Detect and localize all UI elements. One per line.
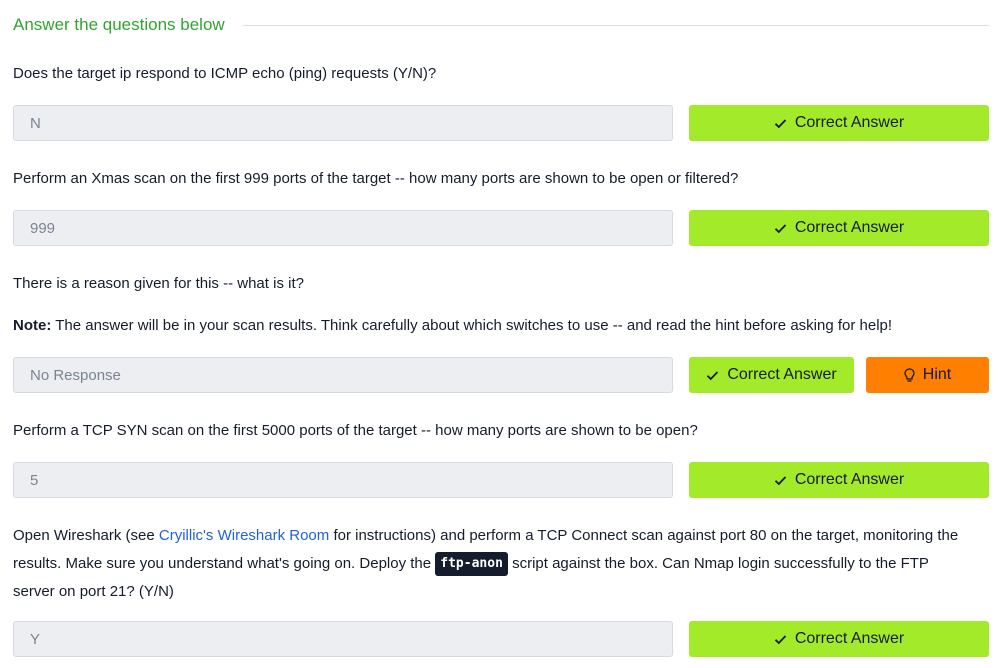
correct-answer-label: Correct Answer — [794, 114, 905, 131]
correct-answer-label: Correct Answer — [727, 366, 837, 383]
question-2-text: Perform an Xmas scan on the first 999 po… — [13, 170, 739, 187]
section-title: Answer the questions below — [13, 15, 225, 34]
lightbulb-icon — [904, 367, 915, 383]
check-icon — [774, 634, 787, 645]
question-5-correct-answer-button[interactable]: Correct Answer — [689, 621, 989, 657]
check-icon — [706, 370, 719, 381]
correct-answer-label: Correct Answer — [794, 630, 905, 647]
question-1-answer-input[interactable] — [13, 105, 673, 141]
question-3-correct-answer-button[interactable]: Correct Answer — [689, 357, 854, 393]
question-3-note: Note: The answer will be in your scan re… — [13, 313, 989, 339]
ftp-anon-code: ftp-anon — [435, 552, 508, 577]
check-icon — [774, 118, 787, 129]
question-3-text: There is a reason given for this -- what… — [13, 275, 304, 292]
correct-answer-label: Correct Answer — [794, 471, 905, 488]
check-icon — [774, 475, 787, 486]
section-header: Answer the questions below — [13, 12, 989, 38]
question-5-answer-input[interactable] — [13, 621, 673, 657]
correct-answer-label: Correct Answer — [794, 219, 905, 236]
question-2-correct-answer-button[interactable]: Correct Answer — [689, 210, 989, 246]
question-4-correct-answer-button[interactable]: Correct Answer — [689, 462, 989, 498]
question-5-text: Open Wireshark (see Cryillic's Wireshark… — [13, 522, 973, 606]
question-5-text-part-1: Open Wireshark (see — [13, 527, 159, 544]
note-label: Note: — [13, 317, 52, 334]
section-divider — [242, 24, 989, 26]
question-1-text: Does the target ip respond to ICMP echo … — [13, 65, 437, 82]
hint-label: Hint — [922, 366, 952, 383]
wireshark-room-link[interactable]: Cryillic's Wireshark Room — [159, 527, 329, 544]
note-text: The answer will be in your scan results.… — [51, 317, 893, 334]
question-1-correct-answer-button[interactable]: Correct Answer — [689, 105, 989, 141]
question-3-answer-input[interactable] — [13, 357, 673, 393]
question-3-hint-button[interactable]: Hint — [866, 357, 989, 393]
question-4-answer-input[interactable] — [13, 462, 673, 498]
check-icon — [774, 223, 787, 234]
question-4-text: Perform a TCP SYN scan on the first 5000… — [13, 422, 698, 439]
question-2-answer-input[interactable] — [13, 210, 673, 246]
